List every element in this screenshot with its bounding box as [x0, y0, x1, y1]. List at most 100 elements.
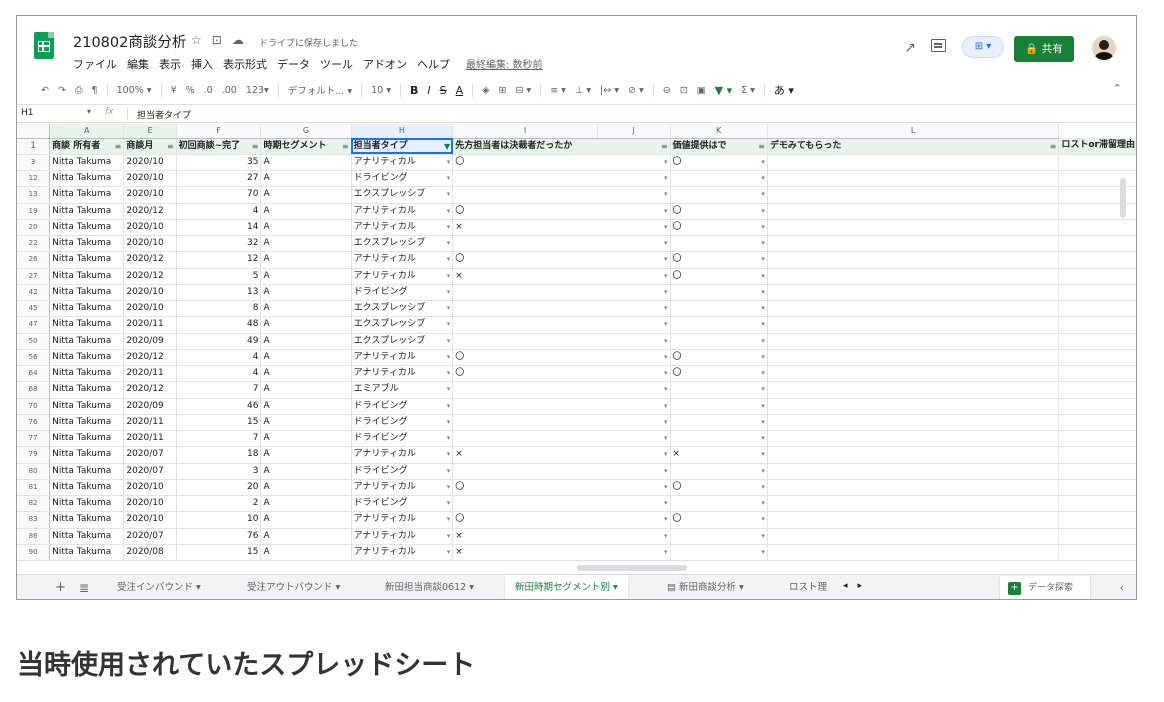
reason-cell[interactable]: [1058, 446, 1136, 464]
chevron-down-icon[interactable]: ▾: [87, 107, 91, 116]
decision-cell[interactable]: ▾: [452, 170, 671, 188]
segment-cell[interactable]: A: [260, 365, 352, 383]
segment-cell[interactable]: A: [260, 544, 352, 562]
horizontal-scrollbar[interactable]: [577, 565, 687, 571]
demo-cell[interactable]: [767, 398, 1060, 415]
input-tools-button[interactable]: あ ▾: [774, 82, 794, 98]
month-cell[interactable]: 2020/09: [123, 333, 177, 350]
segment-cell[interactable]: A: [260, 333, 352, 350]
menu-insert[interactable]: 挿入: [191, 56, 213, 72]
owner-cell[interactable]: Nitta Takuma: [49, 300, 125, 318]
days-cell[interactable]: 4: [176, 349, 262, 367]
segment-cell[interactable]: A: [260, 316, 352, 334]
column-letter[interactable]: K: [670, 124, 768, 139]
last-edit-link[interactable]: 最終編集: 数秒前: [466, 56, 543, 72]
days-cell[interactable]: 14: [176, 219, 262, 237]
sheet-tab[interactable]: 受注アウトバウンド ▾: [237, 575, 350, 599]
dropdown-arrow-icon[interactable]: ▾: [664, 171, 668, 186]
value-cell[interactable]: 〇 ▾: [670, 268, 768, 285]
dropdown-arrow-icon[interactable]: ▾: [447, 366, 451, 381]
sheet-grid[interactable]: A E F G H I J K L 1 商談 所有者 ≡ 商談月 ≡ 初回商談~完了…: [17, 124, 1136, 562]
dropdown-arrow-icon[interactable]: ▾: [447, 285, 451, 300]
dropdown-arrow-icon[interactable]: ▾: [447, 187, 451, 202]
dropdown-arrow-icon[interactable]: ▾: [664, 155, 668, 170]
segment-cell[interactable]: A: [260, 446, 352, 464]
filter-icon[interactable]: ≡: [252, 139, 259, 154]
row-number[interactable]: 76: [17, 414, 51, 432]
row-number[interactable]: 22: [17, 235, 51, 253]
menu-view[interactable]: 表示: [159, 56, 181, 72]
decision-cell[interactable]: ▾: [452, 414, 671, 432]
dropdown-arrow-icon[interactable]: ▾: [664, 431, 668, 446]
row-number[interactable]: 12: [17, 170, 51, 188]
segment-cell[interactable]: A: [260, 268, 352, 285]
segment-cell[interactable]: A: [260, 186, 352, 204]
owner-cell[interactable]: Nitta Takuma: [49, 495, 125, 513]
row-number[interactable]: 79: [17, 446, 51, 464]
demo-cell[interactable]: [767, 154, 1060, 172]
row-number[interactable]: 47: [17, 316, 51, 334]
row-number[interactable]: 50: [17, 333, 51, 350]
dropdown-arrow-icon[interactable]: ▾: [447, 382, 451, 397]
days-cell[interactable]: 13: [176, 284, 262, 302]
segment-cell[interactable]: A: [260, 398, 352, 415]
reason-cell[interactable]: [1058, 154, 1136, 172]
owner-cell[interactable]: Nitta Takuma: [49, 235, 125, 253]
star-icon[interactable]: ☆: [191, 33, 202, 47]
decrease-decimal-button[interactable]: .0: [204, 85, 213, 96]
type-cell[interactable]: エクスプレッシブ ▾: [351, 235, 454, 253]
days-cell[interactable]: 15: [176, 544, 262, 562]
demo-cell[interactable]: [767, 316, 1060, 334]
type-cell[interactable]: アナリティカル ▾: [351, 349, 454, 367]
dropdown-arrow-icon[interactable]: ▾: [761, 334, 765, 349]
dropdown-arrow-icon[interactable]: ▾: [447, 269, 451, 284]
month-cell[interactable]: 2020/12: [123, 203, 177, 220]
type-cell[interactable]: エクスプレッシブ ▾: [351, 316, 454, 334]
dropdown-arrow-icon[interactable]: ▾: [664, 236, 668, 251]
dropdown-arrow-icon[interactable]: ▾: [761, 464, 765, 479]
reason-cell[interactable]: [1058, 365, 1136, 383]
demo-cell[interactable]: [767, 381, 1060, 399]
days-cell[interactable]: 8: [176, 300, 262, 318]
demo-cell[interactable]: [767, 463, 1060, 480]
month-cell[interactable]: 2020/09: [123, 398, 177, 415]
row-number[interactable]: 70: [17, 398, 51, 415]
demo-cell[interactable]: [767, 251, 1060, 269]
dropdown-arrow-icon[interactable]: ▾: [447, 464, 451, 479]
demo-cell[interactable]: [767, 349, 1060, 367]
header-cell[interactable]: 価値提供はで ≡: [670, 138, 768, 155]
value-cell[interactable]: ▾: [670, 300, 768, 318]
dropdown-arrow-icon[interactable]: ▾: [761, 480, 765, 495]
dropdown-arrow-icon[interactable]: ▾: [447, 204, 451, 219]
more-formats-button[interactable]: 123▾: [246, 85, 269, 96]
dropdown-arrow-icon[interactable]: ▾: [761, 512, 765, 527]
reason-cell[interactable]: [1058, 463, 1136, 480]
segment-cell[interactable]: A: [260, 170, 352, 188]
borders-icon[interactable]: ⊞: [498, 85, 506, 96]
days-cell[interactable]: 32: [176, 235, 262, 253]
type-cell[interactable]: ドライビング ▾: [351, 170, 454, 188]
dropdown-arrow-icon[interactable]: ▾: [761, 269, 765, 284]
header-cell-selected[interactable]: 担当者タイプ ▼: [351, 138, 454, 155]
row-number[interactable]: 81: [17, 479, 51, 497]
decision-cell[interactable]: ▾: [452, 186, 671, 204]
dropdown-arrow-icon[interactable]: ▾: [447, 171, 451, 186]
value-cell[interactable]: ▾: [670, 235, 768, 253]
month-cell[interactable]: 2020/07: [123, 528, 177, 545]
dropdown-arrow-icon[interactable]: ▾: [447, 496, 451, 511]
days-cell[interactable]: 5: [176, 268, 262, 285]
dropdown-arrow-icon[interactable]: ▾: [447, 480, 451, 495]
segment-cell[interactable]: A: [260, 528, 352, 545]
filter-icon[interactable]: ≡: [758, 139, 765, 154]
horizontal-align-icon[interactable]: ≡ ▾: [550, 85, 566, 96]
month-cell[interactable]: 2020/11: [123, 414, 177, 432]
header-cell[interactable]: 初回商談~完了 ≡: [176, 138, 262, 155]
days-cell[interactable]: 15: [176, 414, 262, 432]
owner-cell[interactable]: Nitta Takuma: [49, 414, 125, 432]
filter-icon[interactable]: ▼ ▾: [715, 84, 732, 97]
owner-cell[interactable]: Nitta Takuma: [49, 170, 125, 188]
days-cell[interactable]: 18: [176, 446, 262, 464]
days-cell[interactable]: 70: [176, 186, 262, 204]
owner-cell[interactable]: Nitta Takuma: [49, 154, 125, 172]
column-letter[interactable]: F: [176, 124, 262, 139]
